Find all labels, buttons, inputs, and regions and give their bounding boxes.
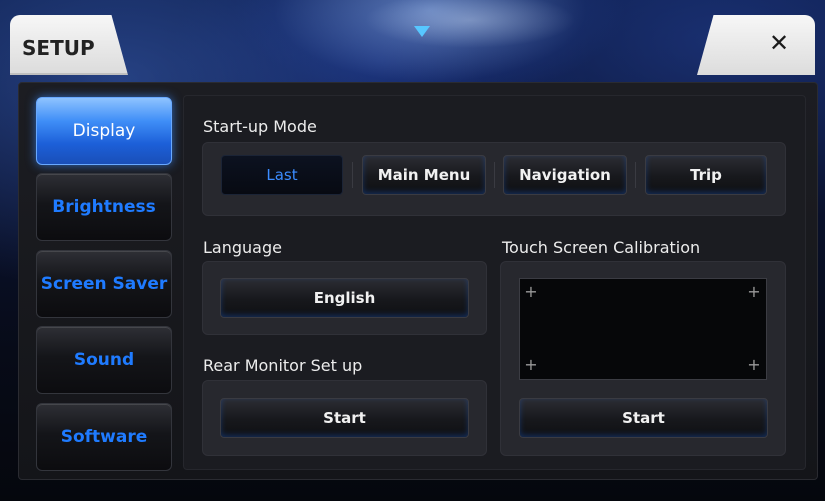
- rear-monitor-start-button[interactable]: Start: [220, 398, 469, 438]
- startup-option-trip[interactable]: Trip: [645, 155, 767, 195]
- language-select-button[interactable]: English: [220, 278, 469, 318]
- calibration-preview: [519, 278, 767, 380]
- startup-option-navigation[interactable]: Navigation: [503, 155, 627, 195]
- calibration-crosshair-icon: +: [747, 355, 761, 374]
- calibration-crosshair-icon: +: [747, 282, 761, 301]
- calibration-crosshair-icon: +: [524, 355, 538, 374]
- rear-monitor-label: Rear Monitor Set up: [203, 356, 363, 375]
- page-title: SETUP: [22, 36, 95, 60]
- startup-option-main-menu[interactable]: Main Menu: [362, 155, 486, 195]
- sidebar-item-brightness[interactable]: Brightness: [36, 173, 172, 241]
- option-divider: [494, 162, 495, 188]
- sidebar-item-sound[interactable]: Sound: [36, 326, 172, 394]
- language-label: Language: [203, 238, 282, 257]
- sidebar-item-software[interactable]: Software: [36, 403, 172, 471]
- option-divider: [352, 162, 353, 188]
- sidebar-item-display[interactable]: Display: [36, 97, 172, 165]
- sidebar-item-screen-saver[interactable]: Screen Saver: [36, 250, 172, 318]
- close-icon[interactable]: ✕: [766, 29, 792, 57]
- startup-option-last[interactable]: Last: [221, 155, 343, 195]
- calibration-start-button[interactable]: Start: [519, 398, 768, 438]
- pulldown-arrow-icon[interactable]: [414, 26, 430, 37]
- option-divider: [635, 162, 636, 188]
- calibration-crosshair-icon: +: [524, 282, 538, 301]
- background-glow: [330, 0, 630, 85]
- close-tab[interactable]: [697, 15, 815, 75]
- startup-mode-label: Start-up Mode: [203, 117, 317, 136]
- calibration-label: Touch Screen Calibration: [502, 238, 701, 257]
